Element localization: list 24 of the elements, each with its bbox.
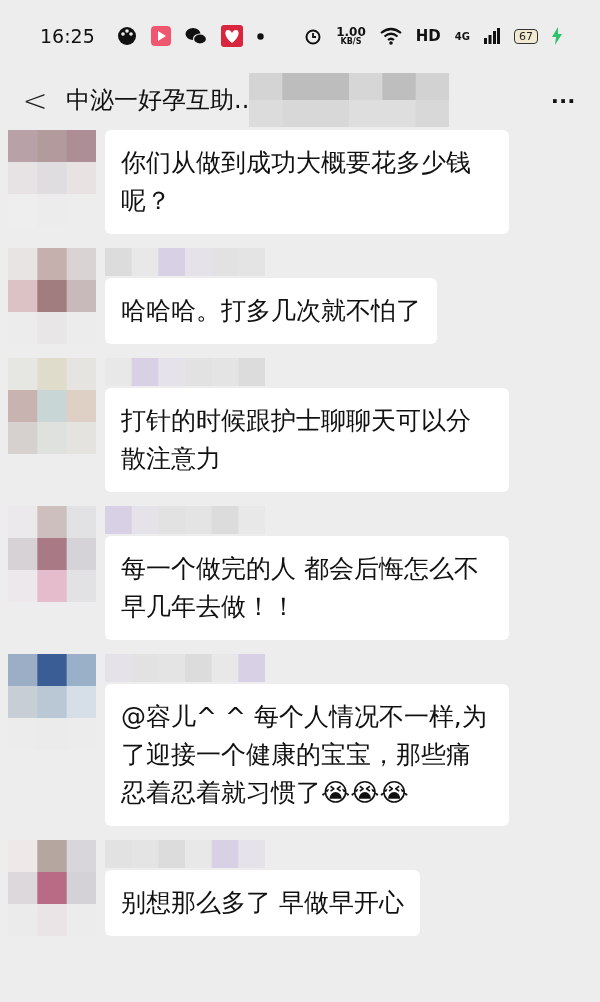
dot-icon [256,32,264,40]
wifi-icon [379,27,402,45]
signal-icon [484,28,500,44]
message-bubble: 哈哈哈。打多几次就不怕了 [105,278,437,344]
chat-title: 中泌一好孕互助.. [66,85,250,116]
alarm-icon [304,27,323,45]
hd-label: HD [415,27,441,45]
speed-unit: KB/S [340,38,362,46]
play-app-icon [150,26,171,46]
message-bubble: 你们从做到成功大概要花多少钱呢？ [105,130,509,234]
message-bubble: 每一个做完的人 都会后悔怎么不早几年去做！！ [105,536,509,640]
more-button[interactable]: ... [551,78,576,122]
message-bubble: 别想那么多了 早做早开心 [105,870,420,936]
message-bubble: @容儿^ ^ 每个人情况不一样,为了迎接一个健康的宝宝，那些痛忍着忍着就习惯了😭😭😭 [105,684,509,826]
status-time: 16:25 [40,25,95,47]
message-bubble: 打针的时候跟护士聊聊天可以分散注意力 [105,388,509,492]
heart-app-icon [220,25,243,47]
network-type: 4G [454,30,470,42]
back-button[interactable]: < [20,82,50,118]
speed-value: 1.00 [336,26,366,38]
charging-icon [552,27,562,45]
battery-level: 67 [514,28,538,44]
chat-bubbles-icon [184,26,207,46]
palette-icon [116,26,137,46]
